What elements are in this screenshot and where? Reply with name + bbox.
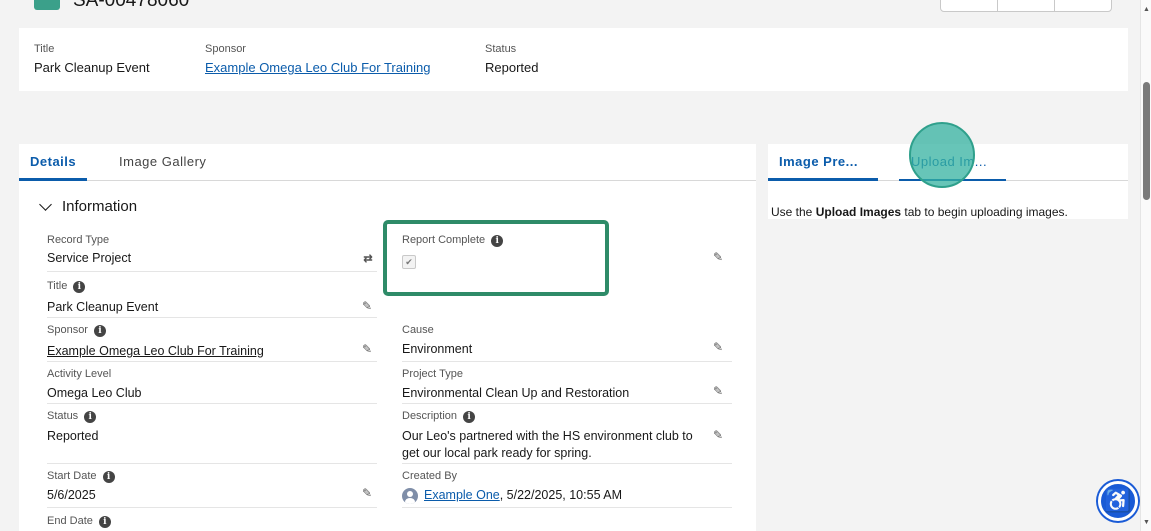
field-value: Omega Leo Club bbox=[47, 386, 142, 400]
pencil-icon[interactable]: ✎ bbox=[711, 340, 725, 354]
pencil-icon[interactable]: ✎ bbox=[360, 486, 374, 500]
field-created-by: Created By Example One, 5/22/2025, 10:55… bbox=[402, 470, 732, 508]
field-label: Sponsor i bbox=[47, 324, 106, 337]
tab-details[interactable]: Details bbox=[30, 154, 76, 169]
tab-active-indicator bbox=[768, 178, 878, 181]
record-name: SA-00478060 bbox=[73, 0, 190, 11]
tab-active-indicator bbox=[19, 178, 87, 181]
field-value: Our Leo's partnered with the HS environm… bbox=[402, 429, 693, 460]
scroll-thumb[interactable] bbox=[1143, 82, 1150, 200]
record-icon bbox=[34, 0, 60, 10]
field-label: Cause bbox=[402, 324, 434, 336]
field-status: Status i Reported bbox=[47, 410, 377, 464]
highlight-title-value: Park Cleanup Event bbox=[34, 60, 150, 75]
field-value: Reported bbox=[47, 429, 99, 443]
scroll-down-icon[interactable]: ▼ bbox=[1143, 519, 1150, 526]
created-by-date: , 5/22/2025, 10:55 AM bbox=[499, 488, 623, 502]
upload-instructions: Use the Upload Images tab to begin uploa… bbox=[771, 205, 1068, 219]
sponsor-link[interactable]: Example Omega Leo Club For Training bbox=[47, 343, 264, 360]
pencil-icon[interactable]: ✎ bbox=[711, 428, 725, 442]
field-value: Environmental Clean Up and Restoration bbox=[402, 386, 630, 400]
page-scrollbar[interactable]: ▲ ▼ bbox=[1140, 0, 1151, 531]
chevron-down-icon bbox=[39, 197, 52, 211]
tab-image-gallery[interactable]: Image Gallery bbox=[119, 154, 206, 169]
details-tabset: Details Image Gallery bbox=[19, 144, 756, 181]
field-label: Project Type bbox=[402, 368, 463, 380]
pencil-icon[interactable]: ✎ bbox=[711, 250, 725, 264]
field-label: Record Type bbox=[47, 234, 110, 246]
header-action-button-3[interactable] bbox=[1055, 0, 1111, 11]
highlight-status-value: Reported bbox=[485, 60, 539, 75]
field-label: Start Date i bbox=[47, 470, 115, 483]
highlight-annotation-box bbox=[383, 220, 609, 296]
highlight-sponsor-label: Sponsor bbox=[205, 43, 246, 55]
field-record-type: Record Type Service Project ⇄ bbox=[47, 234, 377, 272]
highlight-title: Title Park Cleanup Event bbox=[34, 43, 150, 75]
tab-image-preview[interactable]: Image Pre... bbox=[779, 154, 858, 169]
header-action-button-2[interactable] bbox=[998, 0, 1055, 11]
pencil-icon[interactable]: ✎ bbox=[360, 342, 374, 356]
highlight-sponsor: Sponsor Example Omega Leo Club For Train… bbox=[205, 43, 430, 75]
field-label: End Date i bbox=[47, 515, 111, 528]
scroll-up-icon[interactable]: ▲ bbox=[1143, 6, 1150, 13]
info-icon[interactable]: i bbox=[93, 324, 106, 337]
field-end-date: End Date i bbox=[47, 515, 377, 531]
field-value: 5/6/2025 bbox=[47, 488, 96, 502]
field-project-type: Project Type Environmental Clean Up and … bbox=[402, 368, 732, 404]
details-card: Details Image Gallery Information Record… bbox=[19, 144, 756, 531]
field-sponsor: Sponsor i Example Omega Leo Club For Trai… bbox=[47, 324, 377, 362]
field-start-date: Start Date i 5/6/2025 ✎ bbox=[47, 470, 377, 508]
user-avatar-icon bbox=[402, 487, 418, 504]
field-value: Environment bbox=[402, 342, 473, 356]
pencil-icon[interactable]: ✎ bbox=[360, 299, 374, 313]
highlights-panel: Title Park Cleanup Event Sponsor Example… bbox=[19, 28, 1128, 91]
field-title: Title i Park Cleanup Event ✎ bbox=[47, 280, 377, 318]
highlight-status: Status Reported bbox=[485, 43, 538, 75]
header-action-buttons bbox=[940, 0, 1112, 12]
header-action-button-1[interactable] bbox=[941, 0, 998, 11]
pencil-icon[interactable]: ✎ bbox=[711, 384, 725, 398]
info-icon[interactable]: i bbox=[73, 280, 86, 293]
info-icon[interactable]: i bbox=[102, 470, 115, 483]
click-indicator bbox=[909, 122, 975, 188]
information-section-toggle[interactable]: Information bbox=[39, 197, 138, 215]
field-label: Title i bbox=[47, 280, 86, 293]
field-label: Activity Level bbox=[47, 368, 112, 380]
field-activity-level: Activity Level Omega Leo Club bbox=[47, 368, 377, 404]
highlight-status-label: Status bbox=[485, 43, 517, 55]
info-icon[interactable]: i bbox=[98, 515, 111, 528]
highlight-title-label: Title bbox=[34, 43, 55, 55]
section-title: Information bbox=[62, 198, 138, 215]
swap-icon[interactable]: ⇄ bbox=[361, 252, 375, 266]
field-description: Description i Our Leo's partnered with th… bbox=[402, 410, 732, 464]
info-icon[interactable]: i bbox=[84, 410, 97, 423]
highlight-sponsor-link[interactable]: Example Omega Leo Club For Training bbox=[205, 60, 430, 75]
info-icon[interactable]: i bbox=[463, 410, 476, 423]
field-value: Example One, 5/22/2025, 10:55 AM bbox=[402, 487, 622, 504]
field-cause: Cause Environment ✎ bbox=[402, 324, 732, 362]
field-value: Park Cleanup Event bbox=[47, 300, 159, 314]
created-by-user-link[interactable]: Example One bbox=[424, 488, 500, 502]
field-label: Status i bbox=[47, 410, 97, 423]
accessibility-icon[interactable]: ♿ bbox=[1098, 481, 1138, 521]
field-value: Service Project bbox=[47, 251, 132, 265]
field-label: Created By bbox=[402, 470, 458, 482]
field-label: Description i bbox=[402, 410, 476, 423]
